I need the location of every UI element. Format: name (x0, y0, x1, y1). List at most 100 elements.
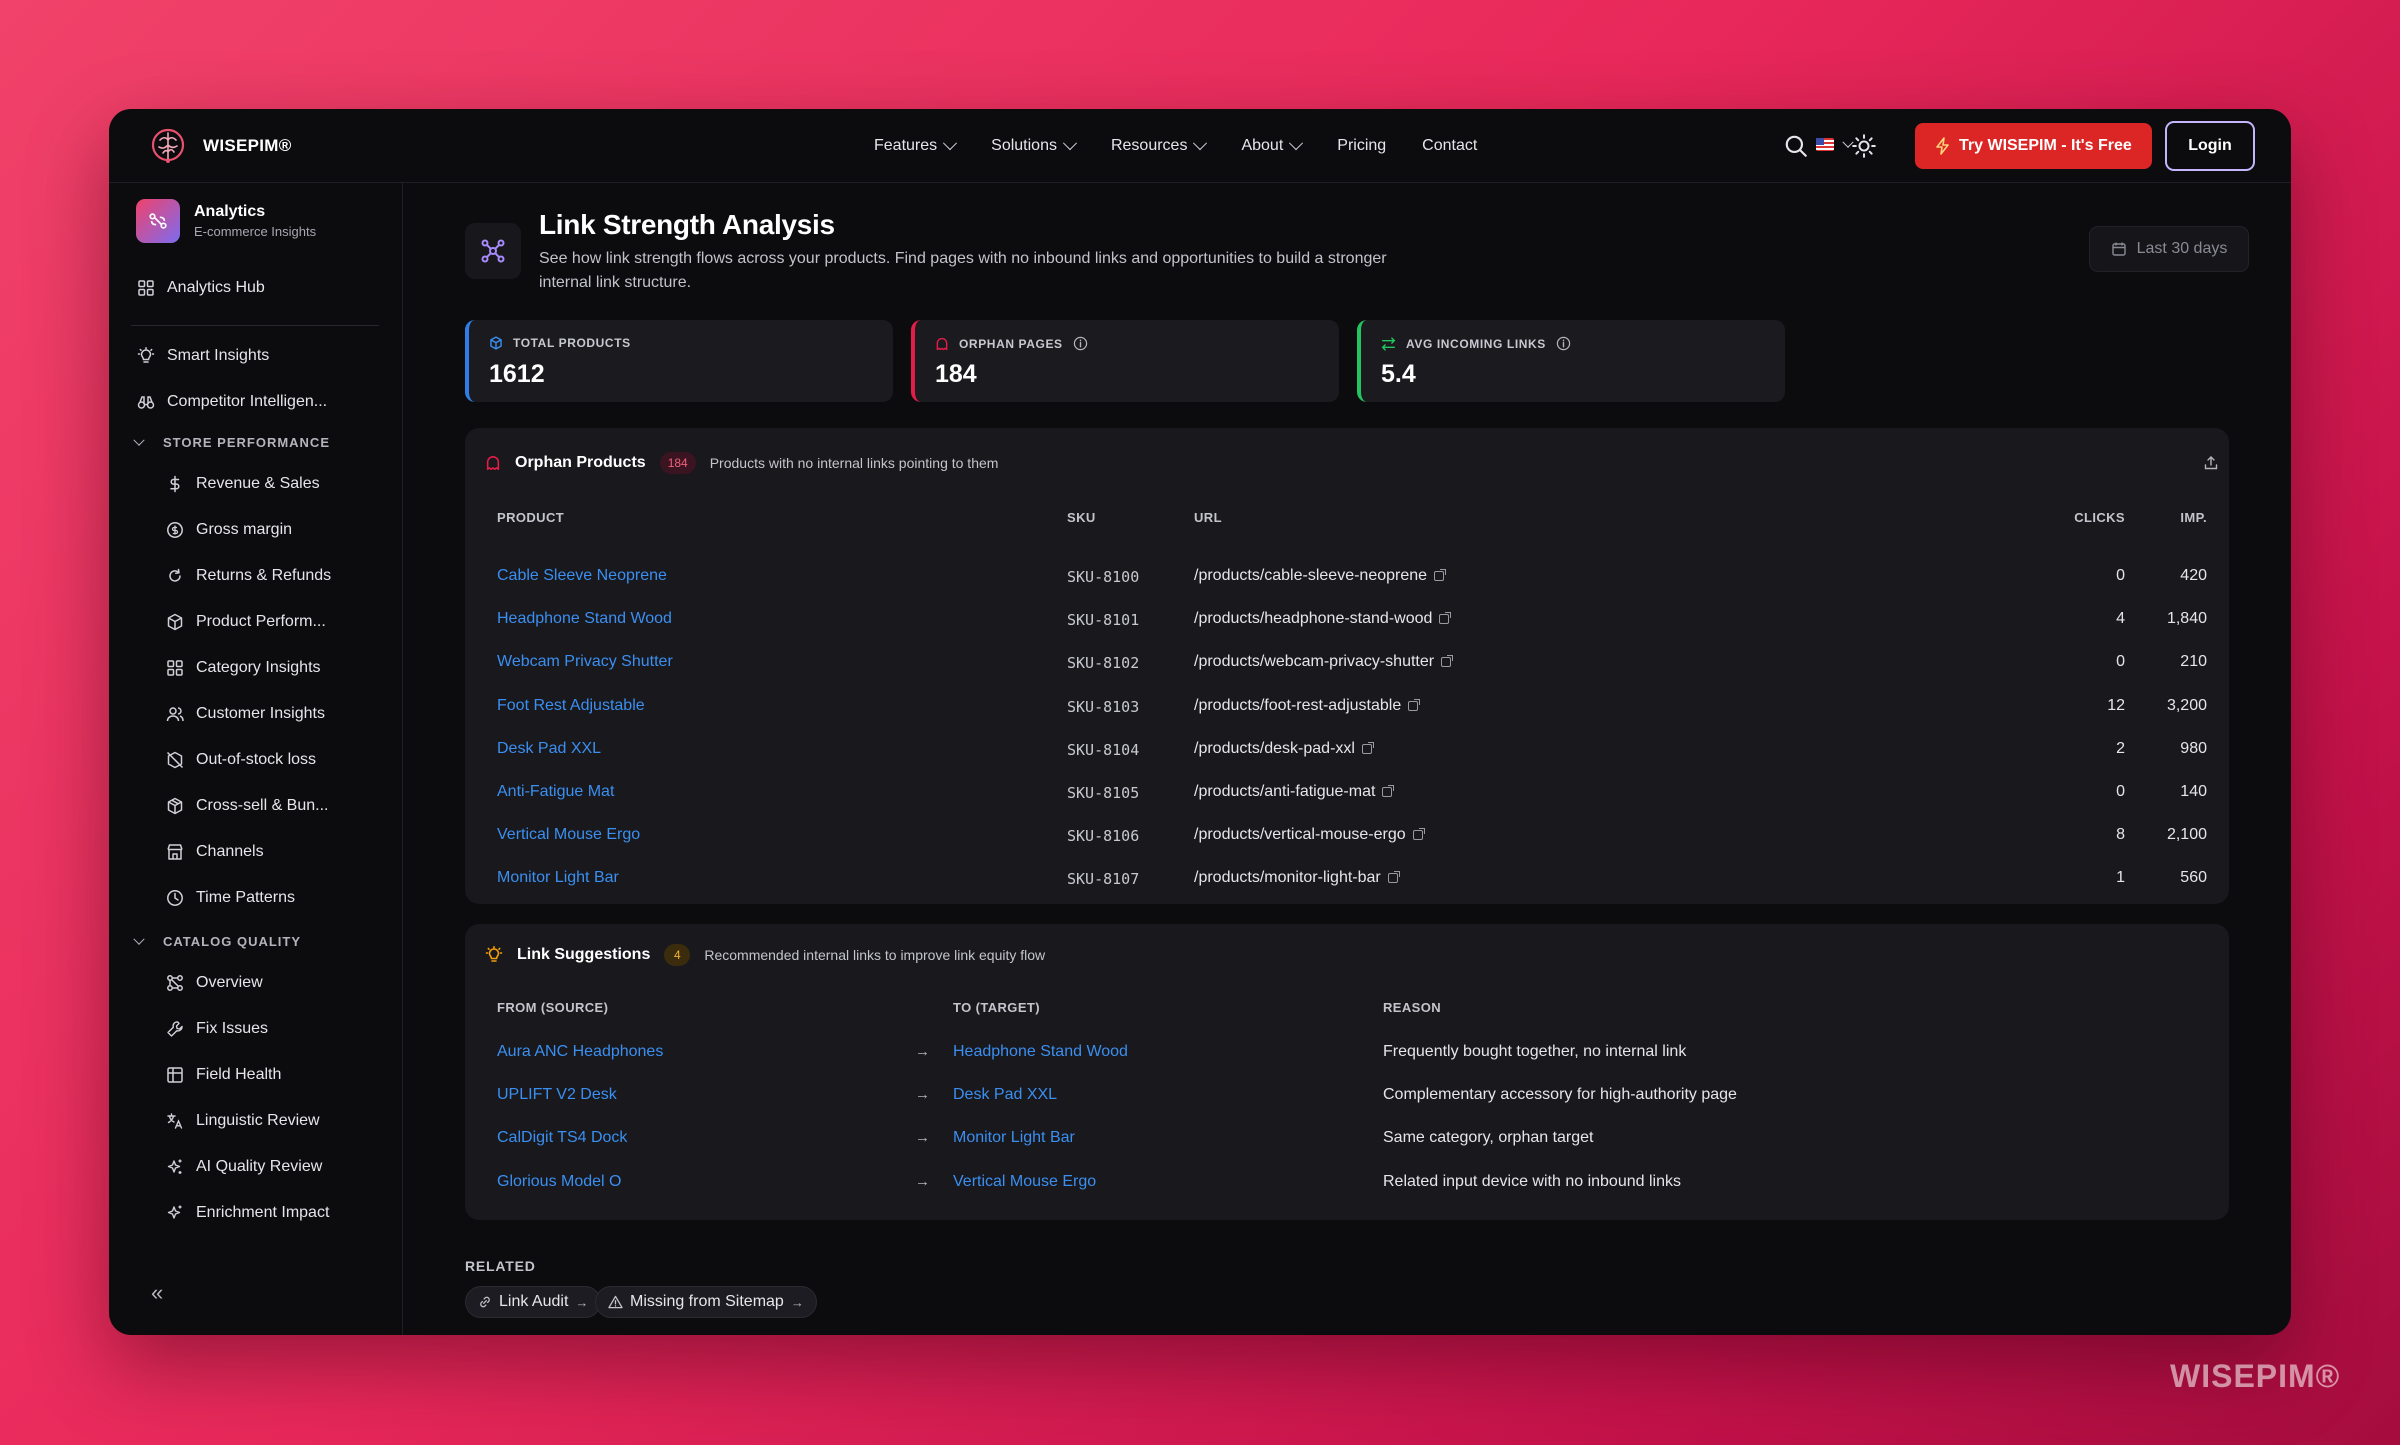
target-link[interactable]: Headphone Stand Wood (953, 1043, 1128, 1061)
sidebar-item-overview[interactable]: Overview (166, 974, 263, 992)
nav-contact[interactable]: Contact (1422, 137, 1477, 155)
nav-resources[interactable]: Resources (1111, 136, 1208, 155)
url-cell[interactable]: /products/desk-pad-xxl (1194, 740, 1374, 758)
url-cell[interactable]: /products/cable-sleeve-neoprene (1194, 567, 1447, 585)
product-link[interactable]: Monitor Light Bar (497, 869, 619, 887)
sidebar-item-label: Time Patterns (196, 889, 295, 906)
sku-cell: SKU-8101 (1067, 611, 1140, 630)
watermark: WISEPIM® (2170, 1358, 2341, 1394)
coin-icon (167, 522, 183, 538)
related-chip-link-audit[interactable]: Link Audit → (465, 1286, 602, 1318)
sidebar-item-out-of-stock[interactable]: Out-of-stock loss (166, 751, 316, 769)
info-icon[interactable] (1073, 336, 1088, 351)
target-link[interactable]: Vertical Mouse Ergo (953, 1173, 1096, 1191)
product-link[interactable]: Foot Rest Adjustable (497, 697, 645, 715)
sidebar-item-channels[interactable]: Channels (166, 843, 264, 861)
sidebar-item-time-patterns[interactable]: Time Patterns (166, 889, 295, 907)
url-cell[interactable]: /products/foot-rest-adjustable (1194, 697, 1421, 715)
nav-pricing[interactable]: Pricing (1337, 137, 1386, 155)
related-chip-missing-sitemap[interactable]: Missing from Sitemap → (595, 1286, 817, 1318)
sidebar-item-field-health[interactable]: Field Health (166, 1066, 281, 1084)
nav-solutions-label: Solutions (991, 137, 1057, 154)
source-link[interactable]: Glorious Model O (497, 1173, 622, 1191)
export-icon[interactable] (2203, 455, 2219, 471)
section-store-performance[interactable]: STORE PERFORMANCE (133, 434, 330, 450)
sidebar-item-revenue[interactable]: Revenue & Sales (166, 475, 320, 493)
reason-cell: Frequently bought together, no internal … (1383, 1043, 1687, 1060)
search-icon[interactable] (1783, 133, 1809, 159)
network-icon (167, 975, 183, 991)
product-link[interactable]: Vertical Mouse Ergo (497, 826, 640, 844)
col-header-from[interactable]: FROM (SOURCE) (497, 1000, 608, 1015)
nav-solutions[interactable]: Solutions (991, 136, 1078, 155)
product-link[interactable]: Desk Pad XXL (497, 740, 601, 758)
sidebar-item-customer-insights[interactable]: Customer Insights (166, 705, 325, 723)
sidebar-item-product-performance[interactable]: Product Perform... (166, 613, 326, 631)
sidebar-item-linguistic-review[interactable]: Linguistic Review (166, 1112, 320, 1130)
stat-label-row: ORPHAN PAGES (935, 336, 1088, 351)
sidebar-item-label: Competitor Intelligen... (167, 393, 328, 410)
stat-value: 5.4 (1381, 360, 1416, 388)
sidebar-item-cross-sell[interactable]: Cross-sell & Bun... (166, 797, 328, 815)
product-link[interactable]: Headphone Stand Wood (497, 610, 672, 628)
external-link-icon (1434, 569, 1447, 581)
try-free-button[interactable]: Try WISEPIM - It's Free (1915, 123, 2152, 169)
box-icon (167, 613, 183, 631)
sidebar-item-category-insights[interactable]: Category Insights (166, 659, 321, 677)
source-link[interactable]: UPLIFT V2 Desk (497, 1086, 617, 1104)
product-link[interactable]: Cable Sleeve Neoprene (497, 567, 667, 585)
col-header-sku[interactable]: SKU (1067, 510, 1096, 525)
external-link-icon (1387, 871, 1400, 884)
users-icon (166, 707, 184, 722)
info-icon[interactable] (1556, 336, 1571, 351)
brand[interactable]: WISEPIM® (147, 125, 292, 167)
external-link-icon (1441, 655, 1454, 668)
col-header-imp[interactable]: IMP. (2145, 510, 2207, 525)
language-selector[interactable] (1816, 136, 1854, 151)
date-range-selector[interactable]: Last 30 days (2089, 226, 2249, 272)
arrow-right-icon: → (575, 1294, 589, 1310)
target-link[interactable]: Monitor Light Bar (953, 1129, 1075, 1147)
sidebar-item-gross-margin[interactable]: Gross margin (166, 521, 292, 539)
sidebar-item-enrichment-impact[interactable]: Enrichment Impact (166, 1204, 329, 1222)
col-header-reason[interactable]: REASON (1383, 1000, 1441, 1015)
section-catalog-quality[interactable]: CATALOG QUALITY (133, 933, 301, 949)
url-cell[interactable]: /products/anti-fatigue-mat (1194, 783, 1395, 801)
login-button[interactable]: Login (2165, 121, 2255, 171)
product-link[interactable]: Webcam Privacy Shutter (497, 653, 673, 671)
sidebar-item-fix-issues[interactable]: Fix Issues (166, 1020, 268, 1038)
sidebar-item-analytics-hub[interactable]: Analytics Hub (137, 279, 265, 297)
col-header-to[interactable]: TO (TARGET) (953, 1000, 1040, 1015)
url-cell[interactable]: /products/webcam-privacy-shutter (1194, 653, 1454, 671)
chevron-down-icon (1062, 136, 1078, 151)
nav-features[interactable]: Features (874, 136, 958, 155)
card-note: Products with no internal links pointing… (709, 455, 999, 471)
lightbulb-icon (137, 347, 155, 363)
sidebar-item-returns[interactable]: Returns & Refunds (166, 567, 331, 585)
sku-cell: SKU-8103 (1067, 697, 1140, 716)
col-header-product[interactable]: PRODUCT (497, 510, 564, 525)
ghost-icon (486, 456, 500, 471)
url-cell[interactable]: /products/monitor-light-bar (1194, 869, 1400, 887)
nav-about[interactable]: About (1241, 136, 1304, 155)
stat-label-row: AVG INCOMING LINKS (1381, 336, 1571, 351)
source-link[interactable]: CalDigit TS4 Dock (497, 1129, 627, 1147)
sidebar-item-ai-quality[interactable]: AI Quality Review (166, 1158, 322, 1176)
col-header-url[interactable]: URL (1194, 510, 1222, 525)
reason-cell: Related input device with no inbound lin… (1383, 1172, 1681, 1190)
col-header-clicks[interactable]: CLICKS (2065, 510, 2125, 525)
url-text: /products/anti-fatigue-mat (1194, 783, 1376, 800)
count-badge: 184 (659, 452, 696, 474)
url-cell[interactable]: /products/headphone-stand-wood (1194, 610, 1452, 628)
url-cell[interactable]: /products/vertical-mouse-ergo (1194, 826, 1425, 844)
sun-icon[interactable] (1851, 133, 1877, 159)
source-link[interactable]: Aura ANC Headphones (497, 1043, 663, 1061)
sidebar-item-competitor[interactable]: Competitor Intelligen... (137, 393, 327, 411)
product-link[interactable]: Anti-Fatigue Mat (497, 783, 614, 801)
date-range-label: Last 30 days (2136, 240, 2228, 257)
url-text: /products/vertical-mouse-ergo (1194, 826, 1406, 844)
collapse-sidebar-button[interactable]: « (151, 1280, 163, 1306)
target-link[interactable]: Desk Pad XXL (953, 1086, 1057, 1104)
section-label: STORE PERFORMANCE (163, 435, 330, 450)
sidebar-item-smart-insights[interactable]: Smart Insights (137, 347, 269, 365)
